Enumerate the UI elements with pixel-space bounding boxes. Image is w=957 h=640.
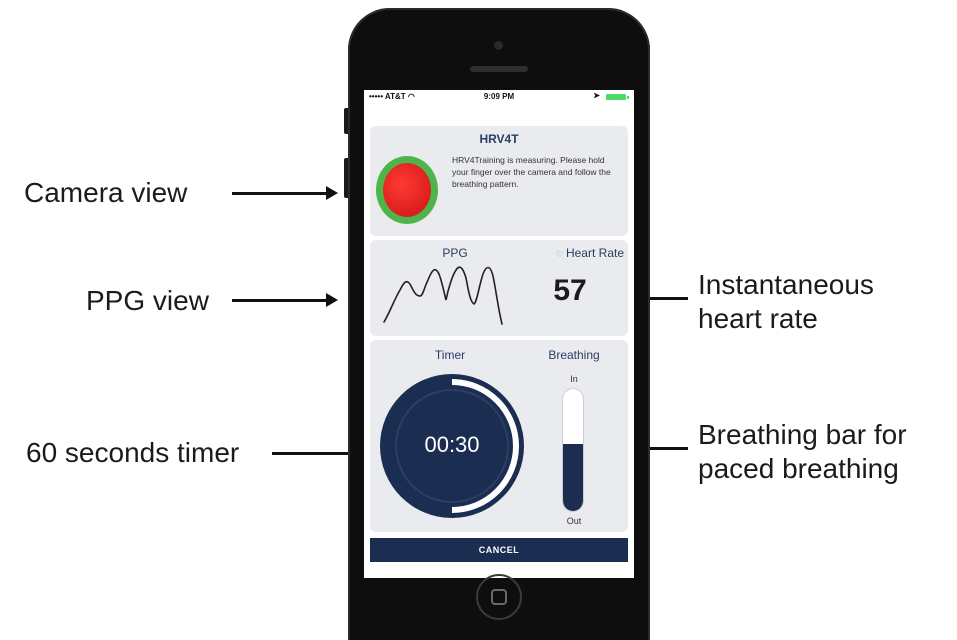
battery-icon bbox=[606, 94, 629, 100]
phone-screen: ••••• AT&T ◠ 9:09 PM ➤ HRV4T HRV4Trainin… bbox=[364, 90, 634, 578]
breathing-label: Breathing bbox=[548, 348, 600, 362]
heart-rate-label-text: Heart Rate bbox=[565, 246, 624, 260]
home-square-icon bbox=[491, 589, 507, 605]
status-bar: ••••• AT&T ◠ 9:09 PM ➤ bbox=[364, 90, 634, 104]
cancel-button[interactable]: CANCEL bbox=[370, 538, 628, 562]
volume-down-button bbox=[344, 158, 348, 198]
heart-rate-label: ♡ Heart Rate bbox=[520, 246, 624, 260]
annotation-breathing-line2: paced breathing bbox=[698, 453, 899, 484]
timer-label: Timer bbox=[434, 348, 466, 362]
heart-rate-value: 57 bbox=[553, 274, 587, 307]
arrow-camera-view bbox=[232, 186, 338, 200]
heart-icon: ♡ bbox=[555, 249, 564, 259]
breathing-out-label: Out bbox=[566, 516, 582, 526]
hrv4t-app: HRV4T HRV4Training is measuring. Please … bbox=[370, 126, 628, 576]
annotation-heart-rate-line1: Instantaneous bbox=[698, 269, 874, 300]
annotation-ppg-view: PPG view bbox=[86, 285, 209, 316]
location-arrow-icon: ➤ bbox=[593, 91, 600, 100]
annotation-heart-rate-line2: heart rate bbox=[698, 303, 818, 334]
home-button[interactable] bbox=[476, 574, 522, 620]
camera-panel: HRV4T HRV4Training is measuring. Please … bbox=[370, 126, 628, 236]
front-camera bbox=[494, 41, 503, 50]
timer-breathing-panel: Timer Breathing 00:30 In Out bbox=[370, 340, 628, 532]
breathing-in-label: In bbox=[570, 374, 578, 384]
slide: Camera view PPG view 60 seconds timer In… bbox=[0, 0, 957, 640]
timer-value: 00:30 bbox=[424, 432, 480, 457]
ppg-label: PPG bbox=[442, 246, 468, 260]
annotation-breathing-line1: Breathing bar for bbox=[698, 419, 907, 450]
camera-finger-preview bbox=[383, 163, 431, 217]
arrow-ppg-view bbox=[232, 293, 338, 307]
annotation-camera-view: Camera view bbox=[24, 177, 188, 208]
measuring-message: HRV4Training is measuring. Please hold y… bbox=[452, 155, 611, 189]
camera-view bbox=[376, 156, 438, 224]
ppg-waveform bbox=[383, 266, 503, 325]
app-title: HRV4T bbox=[479, 132, 519, 146]
annotation-timer: 60 seconds timer bbox=[26, 437, 240, 468]
volume-up-button bbox=[344, 108, 348, 134]
ppg-panel: PPG ♡ Heart Rate 57 bbox=[370, 240, 628, 336]
phone-frame: ••••• AT&T ◠ 9:09 PM ➤ HRV4T HRV4Trainin… bbox=[344, 8, 650, 640]
earpiece-speaker bbox=[470, 66, 528, 72]
breathing-bar-fill bbox=[563, 443, 583, 511]
breathing-bar bbox=[562, 388, 584, 512]
